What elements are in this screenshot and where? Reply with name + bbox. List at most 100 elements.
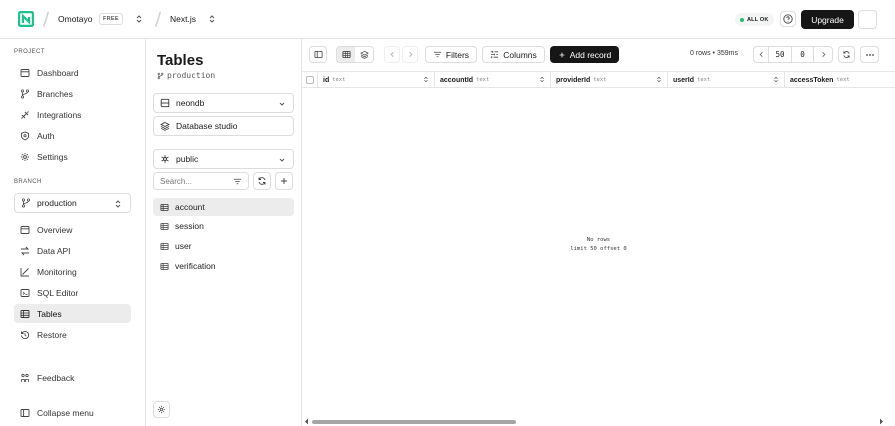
org-name[interactable]: Omotayo: [58, 14, 93, 24]
neon-logo-icon[interactable]: [18, 11, 34, 27]
select-all-checkbox[interactable]: [306, 76, 314, 84]
table-list-item[interactable]: user: [153, 237, 294, 255]
panel-settings-button[interactable]: [153, 401, 170, 418]
upgrade-button[interactable]: Upgrade: [801, 10, 854, 29]
avatar[interactable]: [858, 10, 877, 29]
column-type: text: [476, 77, 490, 83]
schema-view-button[interactable]: [355, 47, 373, 62]
sidebar-item-label: Dashboard: [37, 67, 79, 78]
sidebar-item-label: Monitoring: [37, 266, 77, 277]
toggle-panel-button[interactable]: [309, 46, 327, 63]
sidebar-item-branches[interactable]: Branches: [14, 84, 131, 103]
next-page-button[interactable]: [813, 46, 833, 63]
chevron-up-down-icon: [115, 200, 121, 208]
filter-icon: [233, 178, 242, 185]
grid-view-button[interactable]: [337, 47, 355, 62]
column-header[interactable]: accountId text: [435, 72, 551, 88]
sidebar-item-label: Overview: [37, 224, 73, 235]
filter-icon: [433, 51, 442, 58]
table-name: account: [175, 202, 205, 212]
limit-input[interactable]: 50: [768, 46, 792, 63]
sidebar-item-dashboard[interactable]: Dashboard: [14, 63, 131, 82]
org-switcher-chevron-icon[interactable]: [135, 14, 143, 24]
column-header[interactable]: accessToken text: [785, 72, 895, 88]
filters-button[interactable]: Filters: [425, 46, 477, 63]
sidebar-item-overview[interactable]: Overview: [14, 220, 131, 239]
prev-page-button[interactable]: [753, 46, 769, 63]
table-name: verification: [175, 261, 216, 271]
database-studio-label: Database studio: [176, 121, 238, 131]
sidebar-item-settings[interactable]: Settings: [14, 147, 131, 166]
schema-icon: [161, 155, 169, 163]
refresh-tables-button[interactable]: [253, 172, 271, 190]
empty-state: No rows limit 50 offset 0: [302, 236, 895, 254]
dashboard-icon: [20, 68, 30, 77]
more-options-button[interactable]: [860, 46, 879, 63]
chevron-down-icon: [279, 158, 285, 162]
database-studio-button[interactable]: Database studio: [153, 116, 294, 136]
layers-icon: [359, 50, 369, 59]
sidebar-item-data-api[interactable]: Data API: [14, 241, 131, 260]
column-name: accountId: [440, 76, 474, 84]
scrollbar-thumb[interactable]: [312, 420, 516, 424]
table-search-input[interactable]: Search...: [153, 172, 249, 190]
sort-icon: [540, 76, 544, 83]
columns-button[interactable]: Columns: [482, 46, 545, 63]
horizontal-scrollbar[interactable]: [302, 417, 895, 426]
layers-icon: [160, 122, 170, 131]
prev-page-button[interactable]: [384, 46, 400, 63]
project-name[interactable]: Next.js: [170, 14, 196, 24]
sidebar-item-tables[interactable]: Tables: [14, 304, 131, 323]
plan-badge: FREE: [99, 13, 123, 25]
database-selector[interactable]: neondb: [153, 93, 294, 113]
help-button[interactable]: [780, 11, 796, 27]
project-switcher-chevron-icon[interactable]: [208, 14, 216, 24]
column-header[interactable]: providerId text: [551, 72, 668, 88]
offset-input[interactable]: 0: [791, 46, 814, 63]
plus-icon: [559, 52, 565, 57]
refresh-button[interactable]: [838, 46, 855, 63]
table-list-item[interactable]: account: [153, 198, 294, 216]
collapse-menu-button[interactable]: Collapse menu: [14, 403, 131, 422]
column-header[interactable]: id text: [318, 72, 435, 88]
select-all-cell: [302, 72, 318, 88]
branch-selector-value: production: [37, 198, 77, 208]
table-list-item[interactable]: verification: [153, 257, 294, 275]
column-name: userId: [673, 76, 695, 84]
sort-icon: [657, 76, 661, 83]
database-name: neondb: [176, 98, 205, 108]
branch-name: production: [167, 71, 216, 80]
collapse-menu-label: Collapse menu: [37, 407, 94, 418]
add-record-button[interactable]: Add record: [550, 46, 619, 63]
status-dot-icon: [740, 17, 744, 22]
sidebar-item-label: Auth: [37, 130, 55, 141]
sidebar-item-sql-editor[interactable]: SQL Editor: [14, 283, 131, 302]
table-view: Filters Columns Add record 0 rows • 359m…: [302, 39, 895, 426]
scroll-left-icon: [305, 418, 308, 425]
plus-icon: [281, 178, 287, 184]
branch-indicator: production: [157, 71, 215, 80]
table-icon: [20, 309, 30, 318]
feedback-button[interactable]: Feedback: [14, 368, 131, 387]
branch-icon: [20, 88, 30, 99]
branch-selector[interactable]: production: [14, 193, 131, 213]
column-type: text: [593, 77, 607, 83]
feedback-label: Feedback: [37, 372, 75, 383]
more-icon: [865, 53, 874, 56]
sidebar-item-restore[interactable]: Restore: [14, 325, 131, 344]
sidebar-item-integrations[interactable]: Integrations: [14, 105, 131, 124]
restore-icon: [21, 330, 30, 339]
branch-icon: [21, 198, 31, 208]
monitoring-icon: [20, 267, 29, 276]
add-table-button[interactable]: [275, 172, 293, 190]
column-header[interactable]: userId text: [668, 72, 785, 88]
page-title: Tables: [157, 52, 204, 69]
table-list-item[interactable]: session: [153, 217, 294, 235]
sidebar-item-auth[interactable]: Auth: [14, 126, 131, 145]
add-record-label: Add record: [569, 49, 612, 60]
sidebar-item-monitoring[interactable]: Monitoring: [14, 262, 131, 281]
status-badge[interactable]: ALL OK: [735, 13, 774, 26]
schema-selector[interactable]: public: [153, 149, 294, 169]
empty-state-detail: limit 50 offset 0: [570, 246, 627, 252]
next-page-button[interactable]: [402, 46, 418, 63]
